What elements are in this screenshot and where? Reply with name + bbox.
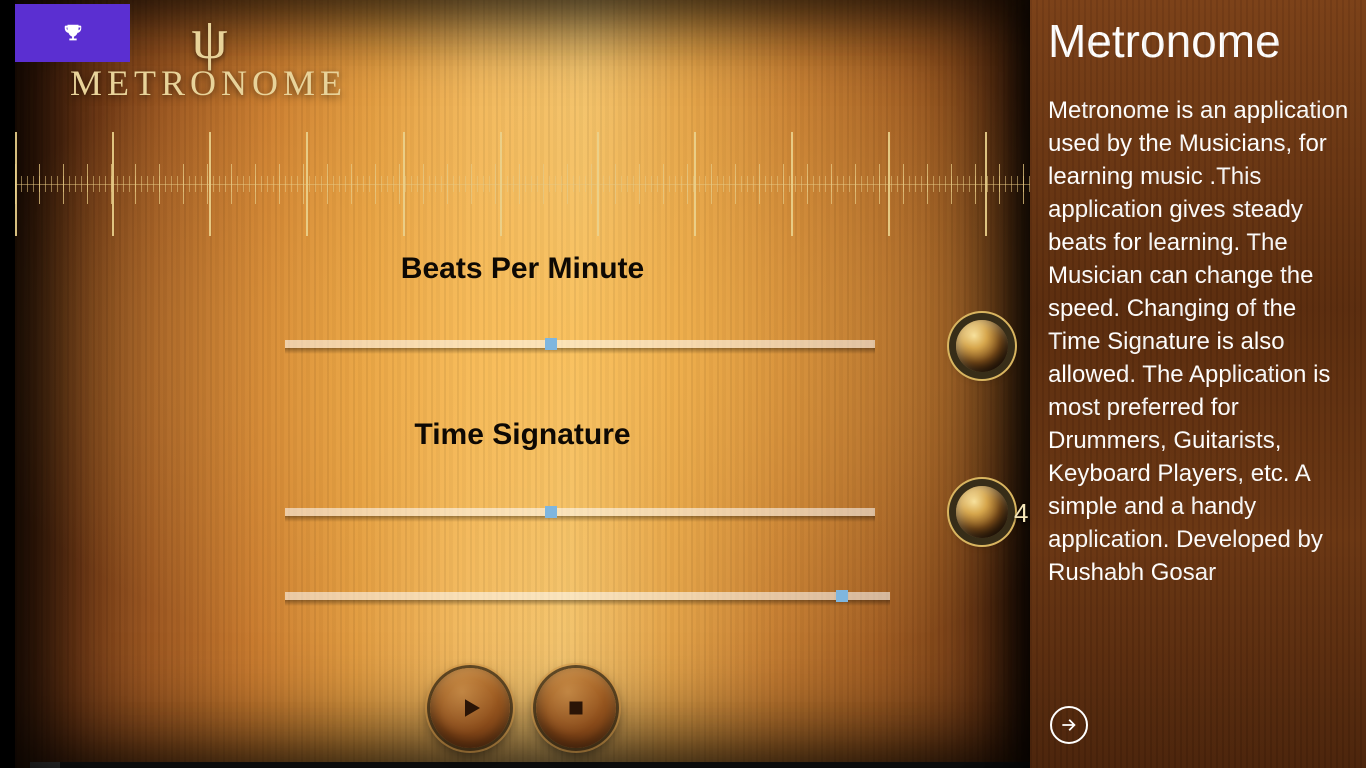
transport-controls — [15, 668, 1030, 748]
time-signature-knob[interactable]: 4 — [956, 486, 1008, 538]
stop-icon — [563, 695, 589, 721]
arrow-right-icon — [1059, 715, 1079, 735]
bpm-knob[interactable] — [956, 320, 1008, 372]
tempo-ruler — [15, 124, 1030, 244]
bpm-slider-thumb[interactable] — [545, 338, 557, 350]
horizontal-scrollbar[interactable] — [30, 762, 1045, 768]
main-panel: ψ METRONOME Beats Per Minute Time Signat… — [15, 0, 1030, 768]
next-button[interactable] — [1050, 706, 1088, 744]
time-signature-slider-bottom[interactable] — [285, 590, 890, 602]
achievements-button[interactable] — [15, 4, 130, 62]
time-signature-slider-top[interactable] — [285, 506, 875, 518]
stop-button[interactable] — [536, 668, 616, 748]
bpm-label: Beats Per Minute — [15, 252, 1030, 286]
info-description: Metronome is an application used by the … — [1048, 94, 1352, 589]
ts-slider-bottom-thumb[interactable] — [836, 590, 848, 602]
info-panel: Metronome Metronome is an application us… — [1030, 0, 1366, 768]
ts-slider-top-thumb[interactable] — [545, 506, 557, 518]
time-signature-label: Time Signature — [15, 418, 1030, 452]
trophy-icon — [62, 22, 84, 44]
bpm-slider[interactable] — [285, 338, 875, 350]
app-title: METRONOME — [70, 62, 347, 104]
play-button[interactable] — [430, 668, 510, 748]
info-title: Metronome — [1048, 14, 1352, 68]
time-signature-value: 4 — [1014, 498, 1028, 529]
play-icon — [455, 693, 485, 723]
